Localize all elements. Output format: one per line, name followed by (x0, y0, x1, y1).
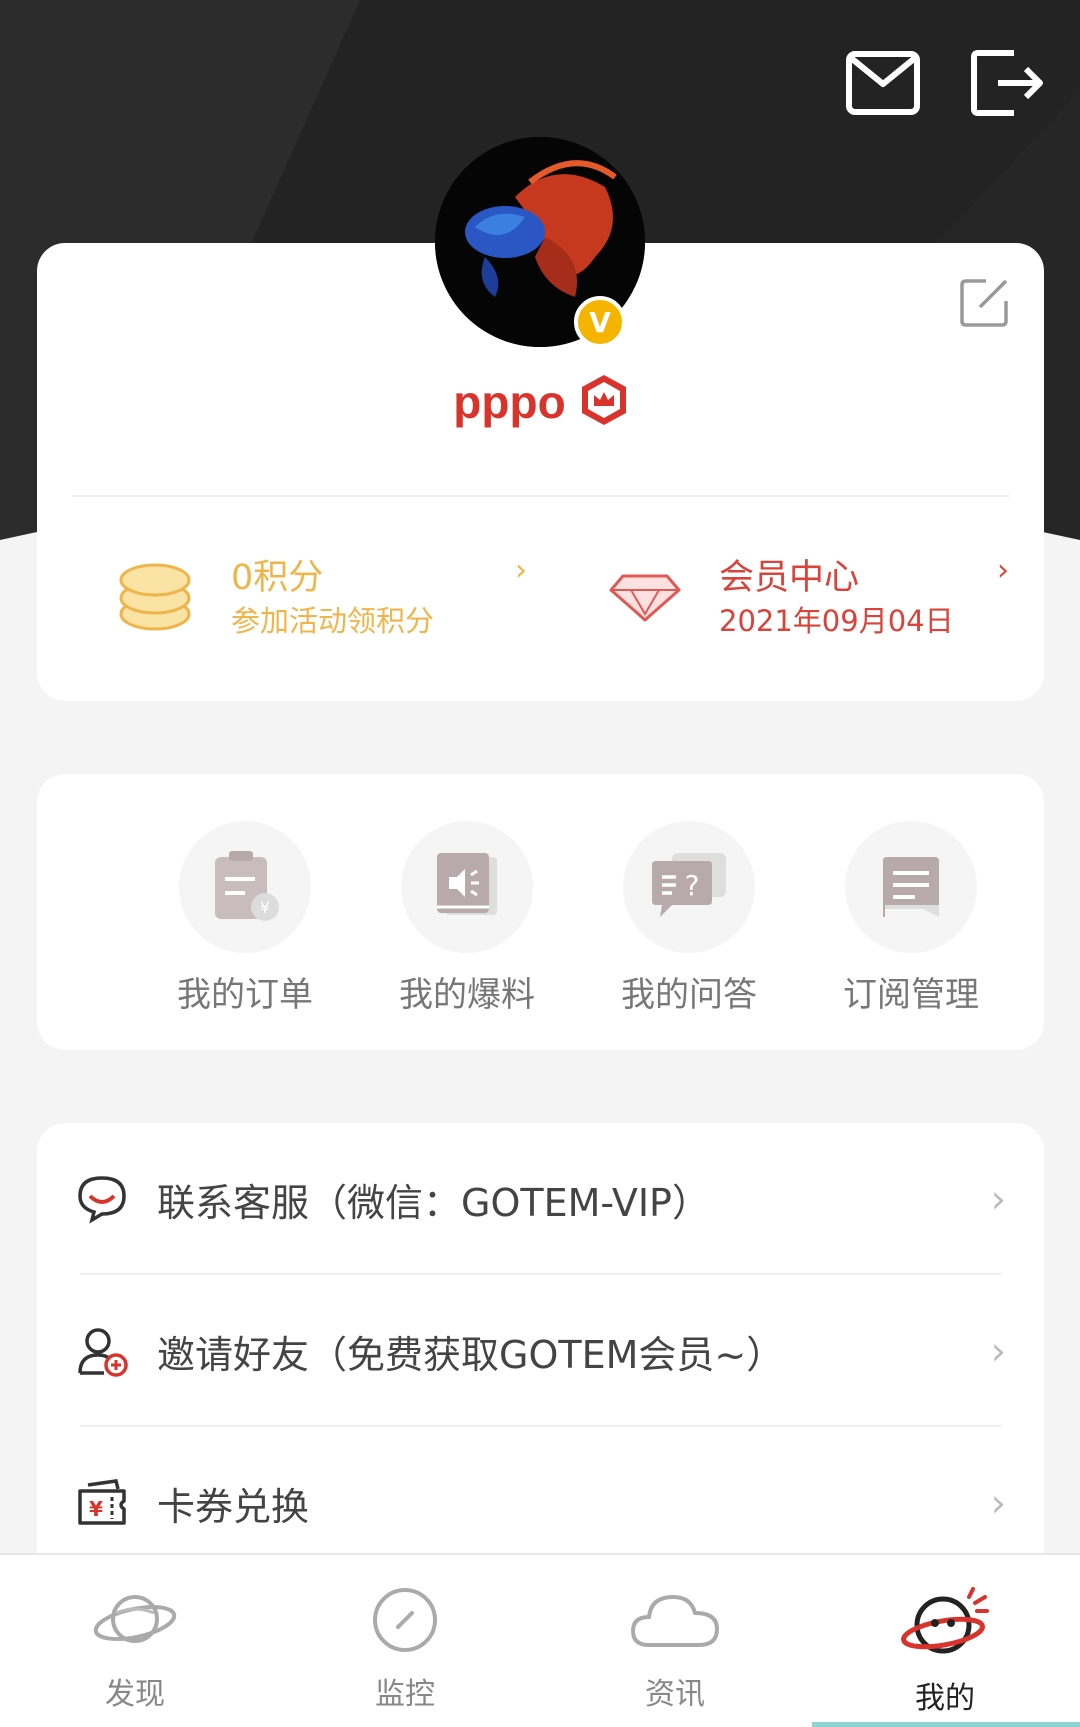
action-my-reports[interactable]: 我的爆料 (357, 821, 577, 1016)
tab-label: 监控 (375, 1677, 435, 1712)
points-chevron-icon: › (515, 553, 527, 588)
menu-item-customer-service[interactable]: 联系客服（微信：GOTEM-VIP） › (75, 1123, 1006, 1275)
tab-discover[interactable]: 发现 (0, 1555, 270, 1727)
profile-divider (72, 495, 1009, 497)
username-row: pppo (37, 373, 1044, 431)
menu-item-label: 联系客服（微信：GOTEM-VIP） (157, 1180, 710, 1225)
customer-service-icon (75, 1172, 129, 1226)
edit-icon[interactable] (956, 275, 1012, 331)
member-chevron-icon: › (997, 553, 1009, 588)
logout-icon[interactable] (968, 48, 1048, 118)
profile-mascot-icon (899, 1585, 991, 1663)
qa-icon: ? (623, 821, 755, 953)
member-expiry-date: 2021年09月04日 (719, 604, 954, 638)
svg-text:¥: ¥ (260, 898, 270, 917)
tab-mine[interactable]: 我的 (810, 1555, 1080, 1727)
tab-label: 发现 (105, 1677, 165, 1712)
menu-item-invite-friends[interactable]: 邀请好友（免费获取GOTEM会员~） › (75, 1275, 1006, 1427)
svg-text:¥: ¥ (89, 1497, 103, 1521)
coins-icon (115, 556, 195, 640)
coupon-icon: ¥ (75, 1476, 129, 1530)
chevron-right-icon: › (990, 1481, 1006, 1525)
member-title: 会员中心 (719, 558, 860, 598)
points-entry[interactable]: 0积分 参加活动领积分 › (115, 543, 527, 653)
chevron-right-icon: › (990, 1329, 1006, 1373)
home-indicator (812, 1722, 1080, 1727)
action-my-orders[interactable]: ¥ 我的订单 (135, 821, 355, 1016)
tab-label: 资讯 (645, 1677, 705, 1712)
monitor-icon (370, 1585, 440, 1659)
chevron-right-icon: › (990, 1177, 1006, 1221)
diamond-icon (607, 566, 683, 630)
verified-badge: V (574, 296, 626, 348)
username: pppo (453, 376, 566, 428)
action-label: 我的订单 (177, 975, 313, 1015)
quick-actions-card: ¥ 我的订单 我的爆料 ? 我的问答 订阅管理 (37, 774, 1044, 1050)
svg-text:?: ? (685, 869, 700, 902)
invite-friend-icon (75, 1324, 129, 1378)
cloud-icon (629, 1585, 721, 1659)
menu-list-card: 联系客服（微信：GOTEM-VIP） › 邀请好友（免费获取GOTEM会员~） … (37, 1123, 1044, 1563)
tab-label: 我的 (915, 1681, 975, 1716)
menu-item-label: 卡券兑换 (157, 1484, 310, 1529)
points-subtitle: 参加活动领积分 (231, 604, 435, 638)
action-subscription-manage[interactable]: 订阅管理 (801, 821, 1021, 1016)
action-label: 订阅管理 (843, 975, 979, 1015)
subscription-icon (845, 821, 977, 953)
menu-item-label: 邀请好友（免费获取GOTEM会员~） (157, 1332, 785, 1377)
bottom-tab-bar: 发现 监控 资讯 我的 (0, 1553, 1080, 1727)
action-label: 我的问答 (621, 975, 757, 1015)
vip-crown-badge-icon (580, 373, 628, 431)
planet-icon (92, 1585, 178, 1659)
tab-monitor[interactable]: 监控 (270, 1555, 540, 1727)
member-center-entry[interactable]: 会员中心 2021年09月04日 › (607, 543, 1017, 653)
order-icon: ¥ (179, 821, 311, 953)
action-my-qa[interactable]: ? 我的问答 (579, 821, 799, 1016)
mail-icon[interactable] (843, 48, 923, 118)
tab-news[interactable]: 资讯 (540, 1555, 810, 1727)
points-title: 0积分 (231, 558, 324, 598)
report-icon (401, 821, 533, 953)
action-label: 我的爆料 (399, 975, 535, 1015)
